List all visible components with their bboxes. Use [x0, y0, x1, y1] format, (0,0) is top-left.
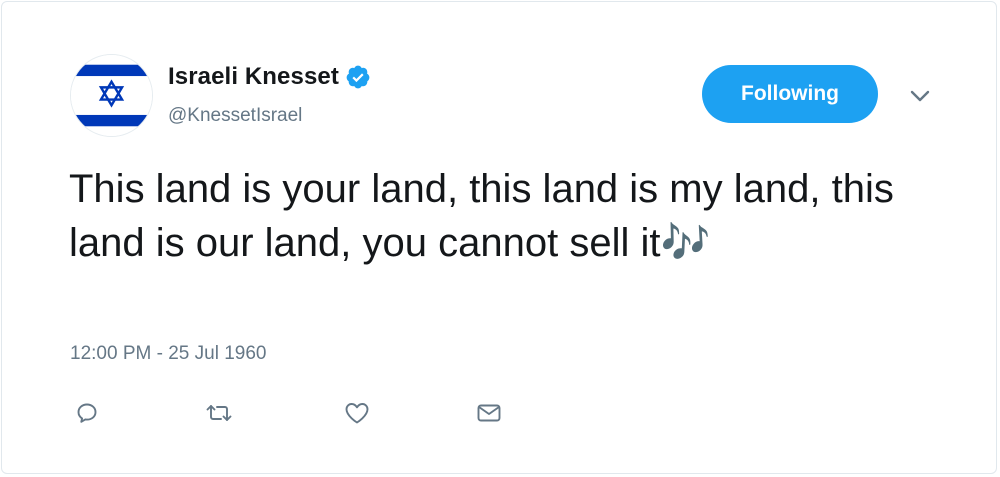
avatar[interactable] [70, 54, 153, 137]
verified-badge-icon [345, 64, 371, 90]
retweet-icon[interactable] [204, 398, 234, 428]
author-handle[interactable]: @KnessetIsrael [168, 105, 302, 127]
tweet-card: Israeli Knesset @KnessetIsrael Following… [1, 1, 997, 474]
chevron-down-icon[interactable] [908, 86, 932, 106]
tweet-timestamp[interactable]: 12:00 PM - 25 Jul 1960 [70, 343, 266, 365]
reply-icon[interactable] [72, 398, 102, 428]
like-icon[interactable] [342, 398, 372, 428]
israel-flag-icon [71, 55, 152, 136]
tweet-text: This land is your land, this land is my … [69, 167, 894, 265]
author-display-name[interactable]: Israeli Knesset [168, 63, 339, 91]
author-name-row: Israeli Knesset [168, 62, 371, 92]
direct-message-icon[interactable] [474, 398, 504, 428]
following-button[interactable]: Following [702, 65, 878, 123]
